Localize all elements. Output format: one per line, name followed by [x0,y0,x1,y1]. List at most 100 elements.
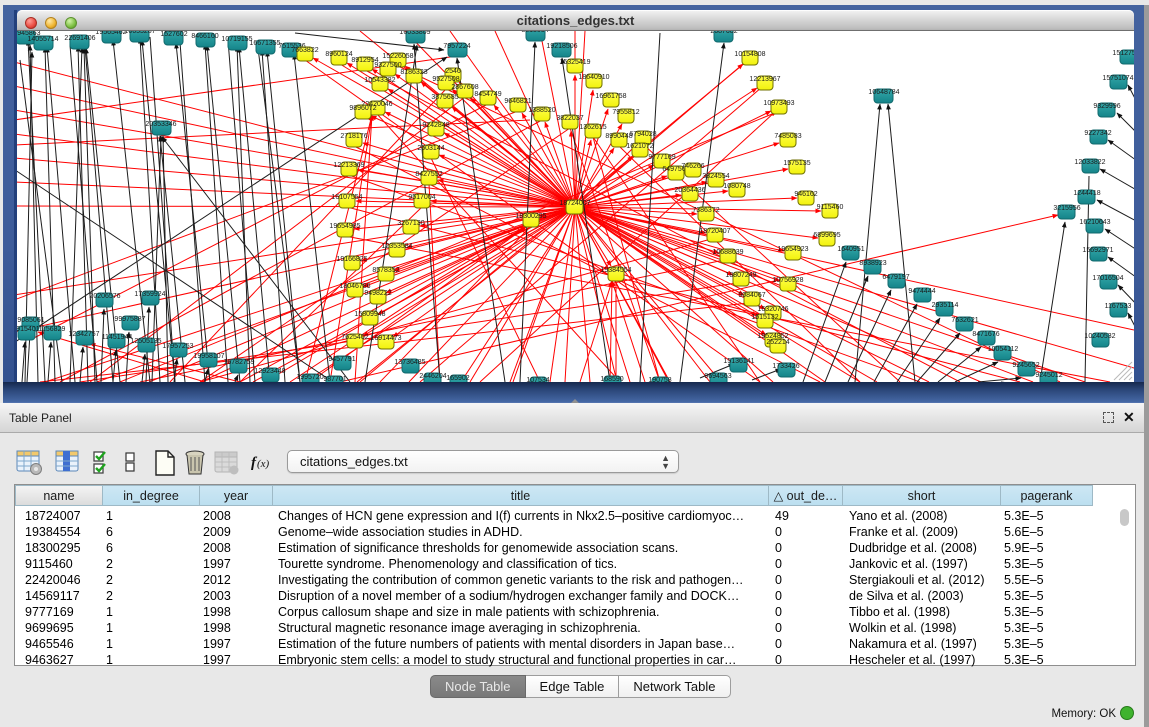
svg-text:9527508: 9527508 [432,76,459,83]
svg-text:10719155: 10719155 [221,36,252,43]
svg-text:(x): (x) [257,458,270,470]
svg-text:3824554: 3824554 [702,173,729,180]
svg-text:10756928: 10756928 [772,277,803,284]
svg-text:15809948: 15809948 [354,311,385,318]
svg-text:1156829: 1156829 [39,326,66,333]
svg-text:17359924: 17359924 [134,291,165,298]
svg-text:9777169: 9777169 [648,154,675,161]
svg-text:168590: 168590 [600,376,623,382]
svg-text:22691406: 22691406 [64,35,95,42]
svg-text:746266: 746266 [681,163,704,170]
svg-text:12353584: 12353584 [381,243,412,250]
svg-text:8813054: 8813054 [521,31,548,34]
svg-text:252214: 252214 [766,339,789,346]
svg-text:15136141: 15136141 [723,358,754,365]
svg-text:12213369: 12213369 [333,162,364,169]
svg-text:12342757: 12342757 [68,331,99,338]
svg-text:7957224: 7957224 [443,43,470,50]
svg-text:8454749: 8454749 [474,91,501,98]
svg-text:9085061: 9085061 [17,317,44,324]
svg-text:6479197: 6479197 [882,274,909,281]
svg-text:6794028: 6794028 [629,131,656,138]
svg-text:8471676: 8471676 [972,331,999,338]
svg-text:2546: 2546 [445,68,461,75]
svg-text:16914473: 16914473 [370,335,401,342]
svg-text:10240532: 10240532 [1084,333,1115,340]
svg-text:15692971: 15692971 [1082,247,1113,254]
svg-text:13736485: 13736485 [394,359,425,366]
svg-text:107534: 107534 [526,377,549,382]
svg-text:18724007: 18724007 [559,200,590,207]
svg-text:9245652: 9245652 [1012,362,1039,369]
svg-text:20353346: 20353346 [145,121,176,128]
svg-text:19384554: 19384554 [600,267,631,274]
svg-text:19565462: 19565462 [95,31,126,36]
svg-text:9694563: 9694563 [704,373,731,380]
svg-text:7485083: 7485083 [774,133,801,140]
svg-text:8938923: 8938923 [859,260,886,267]
svg-text:2867608: 2867608 [451,84,478,91]
svg-text:6899695: 6899695 [813,232,840,239]
svg-text:1995720: 1995720 [296,374,323,381]
svg-text:15226058: 15226058 [382,53,413,60]
svg-text:16107554: 16107554 [331,194,362,201]
svg-text:3215956: 3215956 [1053,205,1080,212]
svg-text:2687682: 2687682 [710,31,737,35]
svg-text:14055714: 14055714 [27,36,58,43]
svg-text:10688639: 10688639 [712,249,743,256]
svg-text:16782759: 16782759 [223,359,254,366]
svg-text:7625402: 7625402 [341,334,368,341]
svg-text:10154808: 10154808 [734,51,765,58]
svg-text:20364436: 20364436 [674,187,705,194]
svg-text:987701: 987701 [323,376,346,382]
svg-text:9474444: 9474444 [908,288,935,295]
svg-text:20206576: 20206576 [89,293,120,300]
svg-text:16961758: 16961758 [595,93,626,100]
svg-text:1388520: 1388520 [528,107,555,114]
svg-text:12213967: 12213967 [749,76,780,83]
svg-text:2935114: 2935114 [932,302,959,309]
svg-text:8427552: 8427552 [415,171,442,178]
svg-text:9242848: 9242848 [422,122,449,129]
svg-text:15751074: 15751074 [1102,75,1133,82]
svg-text:9896072: 9896072 [349,105,376,112]
svg-text:190758: 190758 [648,377,671,382]
svg-text:9517004: 9517004 [408,194,435,201]
svg-text:9227342: 9227342 [1084,130,1111,137]
svg-text:19166825: 19166825 [336,256,367,263]
svg-text:18807249: 18807249 [725,272,756,279]
svg-text:9115460: 9115460 [817,204,844,211]
svg-text:7955812: 7955812 [612,109,639,116]
svg-text:946162: 946162 [794,191,817,198]
svg-text:3915401: 3915401 [17,326,40,333]
svg-text:18046786: 18046786 [339,283,370,290]
svg-text:10973493: 10973493 [763,100,794,107]
svg-text:9245012: 9245012 [1035,372,1062,379]
svg-text:3822037: 3822037 [556,115,583,122]
svg-text:8578352: 8578352 [372,267,399,274]
svg-text:99975887: 99975887 [114,316,145,323]
svg-text:1575135: 1575135 [783,160,810,167]
svg-text:9457791: 9457791 [328,356,355,363]
svg-text:12923448: 12923448 [254,368,285,375]
svg-text:8960124: 8960124 [325,51,352,58]
svg-text:12505135: 12505135 [130,338,161,345]
svg-text:2718176: 2718176 [340,133,367,140]
svg-text:10543382: 10543382 [364,77,395,84]
svg-text:9084067: 9084067 [738,292,765,299]
svg-text:1621072: 1621072 [626,143,653,150]
svg-text:12033822: 12033822 [1074,159,1105,166]
svg-text:16033809: 16033809 [399,31,430,36]
svg-text:8466160: 8466160 [191,33,218,40]
svg-text:1244418: 1244418 [1073,190,1100,197]
svg-text:11451944: 11451944 [102,334,133,341]
svg-text:19654923: 19654923 [777,246,808,253]
svg-text:10653287: 10653287 [124,31,155,35]
svg-text:9327500: 9327500 [374,62,401,69]
svg-text:1167533: 1167533 [1105,303,1132,310]
svg-text:10648784: 10648784 [868,89,899,96]
svg-text:1080748: 1080748 [723,183,750,190]
svg-text:1527602: 1527602 [160,31,187,38]
svg-text:2446204: 2446204 [419,373,446,380]
svg-text:10054112: 10054112 [988,346,1019,353]
